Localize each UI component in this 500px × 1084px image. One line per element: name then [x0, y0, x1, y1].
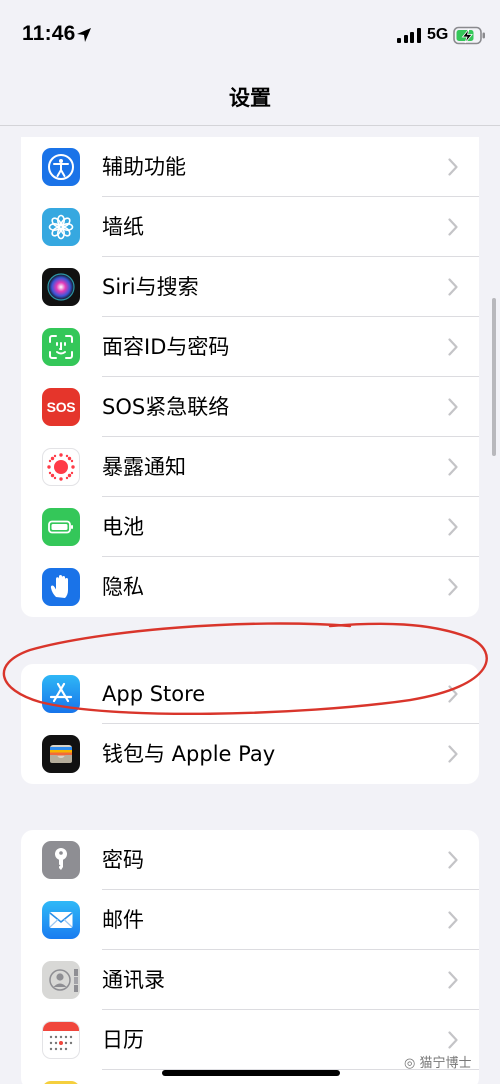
page-title: 设置: [229, 86, 271, 110]
siri-icon: [42, 268, 80, 306]
settings-group-2: App Store 钱包与 Apple Pay: [21, 664, 479, 784]
battery-charging-icon: [453, 26, 485, 45]
row-label: 钱包与 Apple Pay: [102, 742, 276, 766]
row-label: 辅助功能: [102, 155, 186, 179]
status-time: 11:46: [22, 22, 76, 45]
chevron-right-icon: [448, 338, 458, 356]
watermark-logo-icon: ◎: [404, 1056, 416, 1071]
row-label: App Store: [102, 682, 206, 706]
home-indicator[interactable]: [162, 1070, 340, 1076]
chevron-right-icon: [448, 745, 458, 763]
chevron-right-icon: [448, 458, 458, 476]
cellular-signal-icon: [397, 28, 421, 43]
settings-group-3: 密码 邮件 通讯录 日历: [21, 830, 479, 1084]
settings-row-wallpaper[interactable]: 墙纸: [21, 197, 479, 257]
network-type: 5G: [427, 26, 449, 43]
row-label: SOS紧急联络: [102, 395, 230, 419]
row-label: 通讯录: [102, 968, 165, 992]
settings-group-1: 辅助功能 墙纸 Siri与搜索 面容ID与密码 SOS SOS紧急联络 暴露通知…: [21, 137, 479, 617]
settings-row-sos[interactable]: SOS SOS紧急联络: [21, 377, 479, 437]
chevron-right-icon: [448, 911, 458, 929]
settings-row-exposure-notifications[interactable]: 暴露通知: [21, 437, 479, 497]
chevron-right-icon: [448, 685, 458, 703]
watermark-text: 猫宁博士: [419, 1056, 472, 1071]
chevron-right-icon: [448, 578, 458, 596]
chevron-right-icon: [448, 158, 458, 176]
sos-icon-text: SOS: [46, 399, 76, 415]
key-icon: [42, 841, 80, 879]
exposure-notification-icon: [42, 448, 80, 486]
row-label: 面容ID与密码: [102, 335, 230, 359]
battery-icon: [42, 508, 80, 546]
accessibility-icon: [42, 148, 80, 186]
app-store-icon: [42, 675, 80, 713]
location-arrow-icon: [77, 28, 91, 42]
status-bar: 11:46 5G: [0, 0, 500, 66]
row-label: 暴露通知: [102, 455, 186, 479]
settings-row-face-id[interactable]: 面容ID与密码: [21, 317, 479, 377]
settings-row-app-store[interactable]: App Store: [21, 664, 479, 724]
sos-icon: SOS: [42, 388, 80, 426]
settings-row-passwords[interactable]: 密码: [21, 830, 479, 890]
row-label: 隐私: [102, 575, 144, 599]
row-label: 邮件: [102, 908, 144, 932]
watermark: ◎ 猫宁博士: [404, 1052, 472, 1071]
row-label: 电池: [102, 515, 144, 539]
row-label: Siri与搜索: [102, 275, 199, 299]
settings-row-accessibility[interactable]: 辅助功能: [21, 137, 479, 197]
chevron-right-icon: [448, 518, 458, 536]
wallpaper-flower-icon: [42, 208, 80, 246]
row-label: 日历: [102, 1028, 144, 1052]
chevron-right-icon: [448, 1031, 458, 1049]
calendar-icon: [42, 1021, 80, 1059]
settings-row-wallet[interactable]: 钱包与 Apple Pay: [21, 724, 479, 784]
settings-row-privacy[interactable]: 隐私: [21, 557, 479, 617]
chevron-right-icon: [448, 278, 458, 296]
scroll-indicator[interactable]: [492, 298, 496, 456]
chevron-right-icon: [448, 851, 458, 869]
wallet-icon: [42, 735, 80, 773]
settings-row-contacts[interactable]: 通讯录: [21, 950, 479, 1010]
settings-row-battery[interactable]: 电池: [21, 497, 479, 557]
face-id-icon: [42, 328, 80, 366]
contacts-icon: [42, 961, 80, 999]
row-label: 密码: [102, 848, 144, 872]
chevron-right-icon: [448, 971, 458, 989]
settings-row-mail[interactable]: 邮件: [21, 890, 479, 950]
chevron-right-icon: [448, 398, 458, 416]
row-label: 墙纸: [102, 215, 144, 239]
mail-icon: [42, 901, 80, 939]
navigation-bar: 设置: [0, 66, 500, 126]
hand-icon: [42, 568, 80, 606]
chevron-right-icon: [448, 218, 458, 236]
settings-row-siri[interactable]: Siri与搜索: [21, 257, 479, 317]
